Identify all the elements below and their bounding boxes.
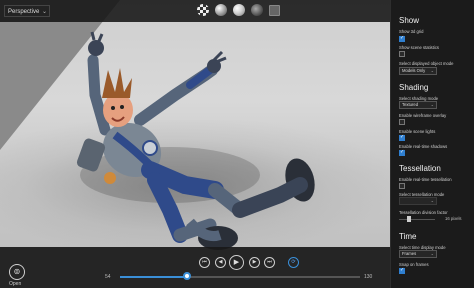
chevron-down-icon: ⌄	[430, 102, 434, 107]
display-mode-dropdown[interactable]: Models Only ⌄	[399, 67, 437, 75]
start-frame: 54	[105, 274, 111, 280]
chevron-down-icon: ⌄	[430, 68, 434, 73]
snap-frames-checkbox[interactable]	[399, 267, 405, 274]
viewport-shading-options	[197, 4, 280, 18]
section-shading-title: Shading	[399, 83, 429, 92]
sphere-icon[interactable]	[215, 4, 227, 16]
character-model[interactable]	[0, 0, 390, 288]
skip-forward-icon[interactable]: ⏭	[264, 257, 275, 268]
open-label: Open	[9, 281, 22, 287]
section-tessellation-title: Tessellation	[399, 164, 441, 173]
wireframe-checkbox[interactable]	[399, 119, 405, 125]
checker-icon[interactable]	[197, 4, 209, 16]
playback-bar	[0, 247, 390, 288]
time-display-mode-dropdown[interactable]: Frames ⌄	[399, 250, 437, 258]
chevron-down-icon: ⌄	[430, 198, 434, 203]
tessellation-enable-label: Enable real-time tessellation	[399, 177, 452, 182]
shading-mode-dropdown[interactable]: Textured ⌄	[399, 101, 437, 109]
tessellation-mode-dropdown[interactable]: ⌄	[399, 197, 437, 205]
scene-lights-checkbox[interactable]	[399, 134, 405, 141]
display-mode-value: Models Only	[402, 68, 426, 73]
shading-mode-value: Textured	[402, 102, 419, 107]
show-scene-statistics-checkbox[interactable]	[399, 51, 405, 57]
show-3d-grid-checkbox[interactable]	[399, 35, 405, 42]
step-back-icon[interactable]: ◀	[215, 257, 226, 268]
realtime-shadows-checkbox[interactable]	[399, 149, 405, 156]
end-frame: 130	[364, 274, 373, 280]
properties-panel: Show Show 3d grid Show scene statistics …	[390, 0, 474, 288]
skip-back-icon[interactable]: ⏮	[199, 257, 210, 268]
sphere-glossy-icon[interactable]	[233, 4, 245, 16]
open-icon: ⊚	[13, 267, 21, 276]
show-3d-grid-label: Show 3d grid	[399, 29, 424, 34]
tessellation-division-knob[interactable]	[407, 216, 411, 222]
camera-mode-value: Perspective	[8, 9, 40, 15]
viewport-toolbar: Perspective ⌄	[0, 0, 390, 22]
open-button[interactable]: ⊚	[9, 264, 25, 280]
sphere-dark-icon[interactable]	[251, 4, 263, 16]
chevron-down-icon: ⌄	[41, 9, 47, 15]
section-show-title: Show	[399, 16, 420, 25]
tessellation-division-value: 16 pixels	[445, 216, 462, 221]
scene-lights-label: Enable scene lights	[399, 129, 436, 134]
section-time-title: Time	[399, 232, 417, 241]
tessellation-division-label: Tessellation division factor	[399, 210, 448, 215]
step-forward-icon[interactable]: ▶	[249, 257, 260, 268]
square-icon[interactable]	[269, 5, 280, 16]
play-icon[interactable]: ▶	[229, 255, 244, 270]
realtime-shadows-label: Enable real-time shadows	[399, 144, 448, 149]
camera-mode-dropdown[interactable]: Perspective ⌄	[4, 5, 50, 17]
3d-viewport[interactable]: Perspective ⌄	[0, 0, 390, 288]
loop-icon[interactable]: ⟳	[288, 257, 299, 268]
tessellation-division-slider[interactable]	[399, 219, 435, 220]
tessellation-enable-checkbox[interactable]	[399, 183, 405, 189]
show-scene-statistics-label: Show scene statistics	[399, 45, 440, 50]
wireframe-label: Enable wireframe overlay	[399, 113, 447, 118]
chevron-down-icon: ⌄	[430, 251, 434, 256]
time-display-mode-value: Frames	[402, 251, 417, 256]
timeline-progress	[120, 276, 188, 278]
display-mode-label: Select displayed object mode	[399, 61, 454, 66]
